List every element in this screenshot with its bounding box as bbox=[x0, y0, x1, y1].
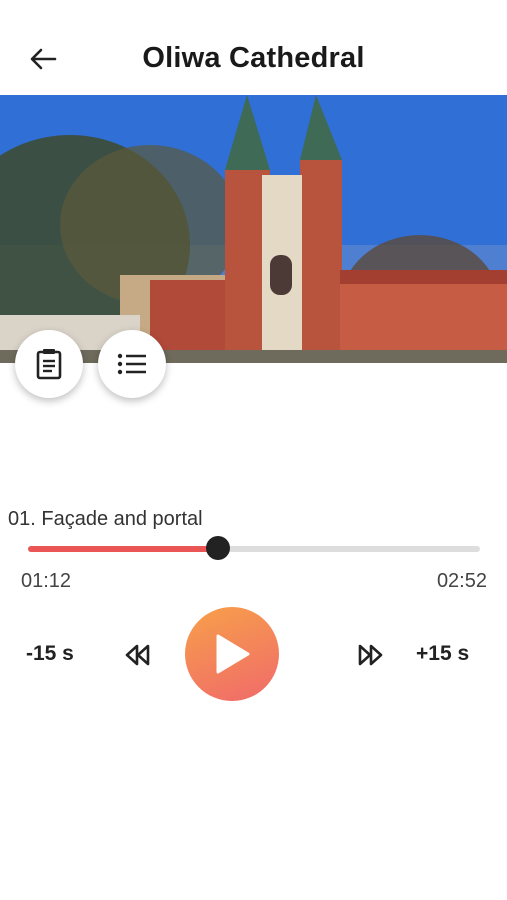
list-icon bbox=[117, 353, 146, 375]
skip-back-button[interactable]: -15 s bbox=[26, 642, 74, 666]
rewind-button[interactable] bbox=[122, 640, 152, 670]
hero-image bbox=[0, 95, 507, 363]
notepad-icon bbox=[36, 349, 62, 380]
fast-forward-button[interactable] bbox=[356, 640, 386, 670]
progress-fill bbox=[28, 546, 218, 552]
page-title: Oliwa Cathedral bbox=[142, 42, 365, 74]
rewind-icon bbox=[125, 644, 150, 666]
fast-forward-icon bbox=[358, 644, 383, 666]
track-title: 01. Façade and portal bbox=[8, 508, 203, 530]
playlist-button[interactable] bbox=[98, 330, 166, 398]
progress-thumb[interactable] bbox=[205, 536, 230, 560]
total-time: 02:52 bbox=[436, 570, 487, 592]
progress-bar[interactable] bbox=[28, 536, 480, 560]
notes-button[interactable] bbox=[15, 330, 83, 398]
app-header: Oliwa Cathedral bbox=[0, 0, 507, 95]
skip-forward-button[interactable]: +15 s bbox=[416, 642, 469, 666]
play-icon bbox=[216, 634, 250, 674]
cathedral-photo bbox=[0, 95, 507, 363]
current-time: 01:12 bbox=[21, 570, 72, 592]
play-button[interactable] bbox=[185, 607, 279, 701]
